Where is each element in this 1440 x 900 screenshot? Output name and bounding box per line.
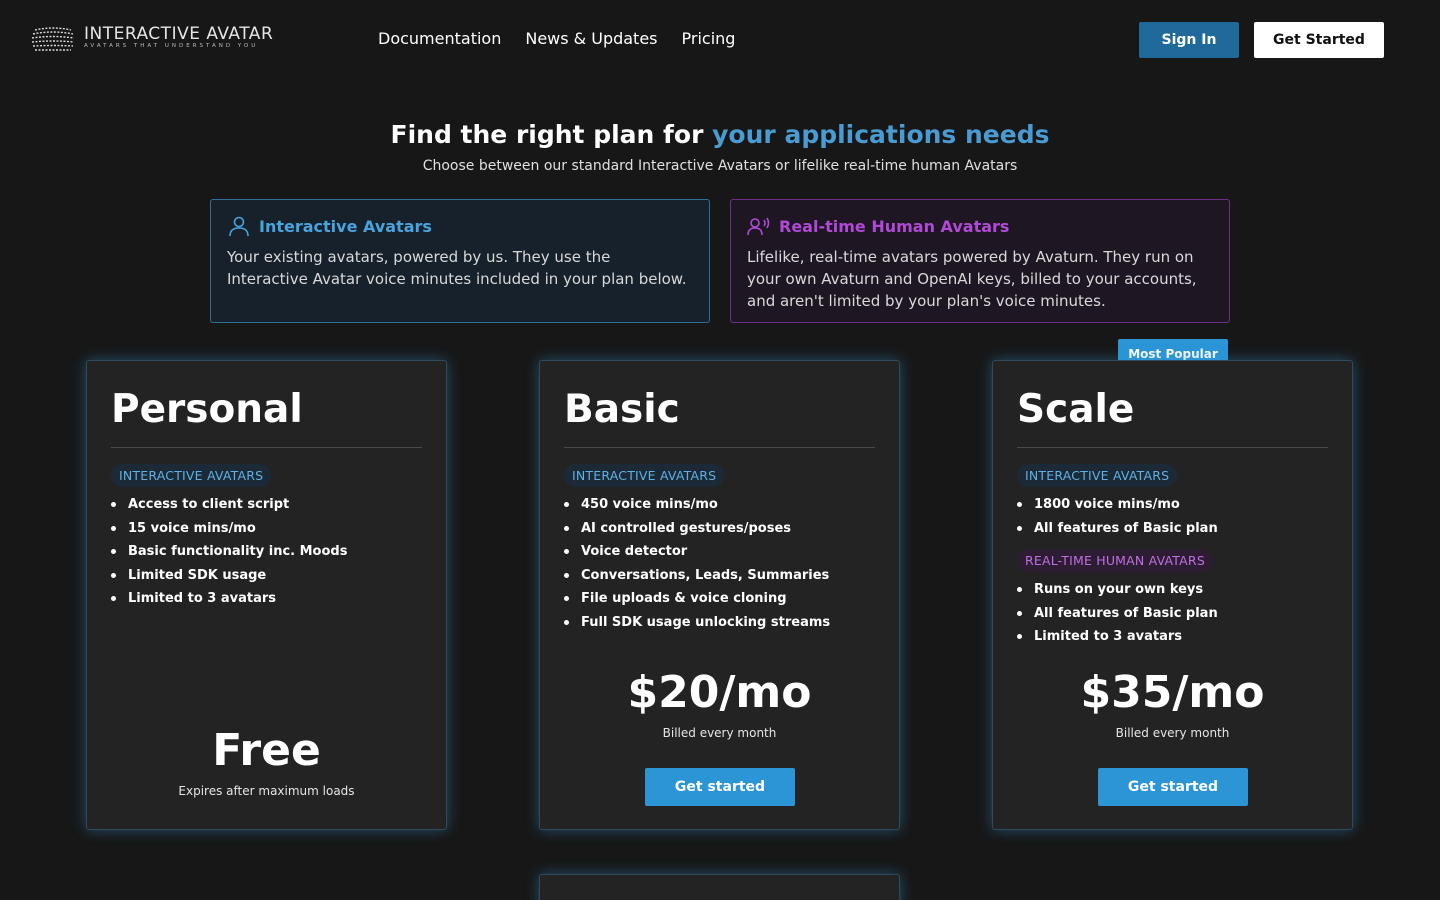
nav-pricing[interactable]: Pricing bbox=[682, 29, 736, 48]
bullet-icon bbox=[564, 596, 569, 602]
logo[interactable]: INTERACTIVE AVATAR AVATARS THAT UNDERSTA… bbox=[32, 24, 292, 54]
feature-item: Runs on your own keys bbox=[1017, 578, 1328, 602]
feature-item: Full SDK usage unlocking streams bbox=[564, 611, 875, 635]
plan-price: Free bbox=[212, 725, 321, 776]
realtime-avatars-info: Real-time Human Avatars Lifelike, real-t… bbox=[730, 199, 1230, 323]
feature-item: 1800 voice mins/mo bbox=[1017, 493, 1328, 517]
bullet-icon bbox=[1017, 525, 1022, 531]
get-started-scale-button[interactable]: Get started bbox=[1098, 768, 1248, 806]
feature-item: All features of Basic plan bbox=[1017, 602, 1328, 626]
logo-tagline: AVATARS THAT UNDERSTAND YOU bbox=[84, 43, 259, 49]
realtime-avatars-tag: REAL-TIME HUMAN AVATARS bbox=[1017, 549, 1213, 572]
feature-list: 1800 voice mins/mo All features of Basic… bbox=[1017, 493, 1328, 540]
get-started-button[interactable]: Get Started bbox=[1254, 22, 1384, 58]
bullet-icon bbox=[111, 502, 116, 508]
bullet-icon bbox=[564, 502, 569, 508]
feature-list: Runs on your own keys All features of Ba… bbox=[1017, 578, 1328, 649]
bullet-icon bbox=[564, 525, 569, 531]
bullet-icon bbox=[1017, 610, 1022, 616]
bullet-icon bbox=[1017, 587, 1022, 593]
realtime-avatars-label: Real-time Human Avatars bbox=[779, 216, 1010, 236]
feature-item: Limited SDK usage bbox=[111, 564, 422, 588]
interactive-avatars-tag: INTERACTIVE AVATARS bbox=[111, 464, 272, 487]
feature-item: Conversations, Leads, Summaries bbox=[564, 564, 875, 588]
get-started-basic-button[interactable]: Get started bbox=[645, 768, 795, 806]
plan-card-personal: Personal INTERACTIVE AVATARS Access to c… bbox=[86, 360, 447, 830]
nav-documentation[interactable]: Documentation bbox=[378, 29, 501, 48]
bullet-icon bbox=[1017, 634, 1022, 640]
plan-price-note: Expires after maximum loads bbox=[178, 784, 355, 798]
plan-price: $35/mo bbox=[1080, 667, 1265, 718]
logo-title: INTERACTIVE AVATAR bbox=[84, 24, 274, 44]
plan-price-note: Billed every month bbox=[1115, 726, 1230, 740]
feature-item: Access to client script bbox=[111, 493, 422, 517]
main-nav: Documentation News & Updates Pricing bbox=[378, 29, 735, 48]
site-header: INTERACTIVE AVATAR AVATARS THAT UNDERSTA… bbox=[0, 0, 1440, 80]
feature-item: Limited to 3 avatars bbox=[1017, 625, 1328, 649]
bullet-icon bbox=[111, 525, 116, 531]
plan-card-next bbox=[539, 874, 900, 900]
user-icon bbox=[229, 216, 249, 237]
feature-item: All features of Basic plan bbox=[1017, 517, 1328, 541]
page-title: Find the right plan for your application… bbox=[0, 120, 1440, 149]
voice-user-icon bbox=[747, 217, 770, 236]
page-subtitle: Choose between our standard Interactive … bbox=[422, 158, 1018, 174]
feature-item: Basic functionality inc. Moods bbox=[111, 540, 422, 564]
plan-price-note: Billed every month bbox=[662, 726, 777, 740]
bullet-icon bbox=[111, 549, 116, 555]
divider bbox=[564, 447, 875, 448]
interactive-avatars-info: Interactive Avatars Your existing avatar… bbox=[210, 199, 710, 323]
feature-item: AI controlled gestures/poses bbox=[564, 517, 875, 541]
interactive-avatars-label: Interactive Avatars bbox=[259, 216, 432, 236]
logo-globe-icon bbox=[32, 27, 74, 51]
feature-item: File uploads & voice cloning bbox=[564, 587, 875, 611]
page-title-accent: your applications needs bbox=[712, 120, 1050, 149]
plan-price: $20/mo bbox=[627, 667, 812, 718]
interactive-avatars-tag: INTERACTIVE AVATARS bbox=[564, 464, 725, 487]
plan-card-basic: Basic INTERACTIVE AVATARS 450 voice mins… bbox=[539, 360, 900, 830]
feature-item: Limited to 3 avatars bbox=[111, 587, 422, 611]
interactive-avatars-description: Your existing avatars, powered by us. Th… bbox=[227, 248, 687, 288]
interactive-avatars-tag: INTERACTIVE AVATARS bbox=[1017, 464, 1178, 487]
page-title-prefix: Find the right plan for bbox=[390, 120, 704, 149]
feature-list: 450 voice mins/mo AI controlled gestures… bbox=[564, 493, 875, 634]
bullet-icon bbox=[111, 572, 116, 578]
realtime-avatars-description: Lifelike, real-time avatars powered by A… bbox=[747, 248, 1197, 310]
sign-in-button[interactable]: Sign In bbox=[1139, 22, 1239, 58]
plan-name: Basic bbox=[564, 387, 680, 432]
feature-item: 15 voice mins/mo bbox=[111, 517, 422, 541]
plan-card-scale: Scale INTERACTIVE AVATARS 1800 voice min… bbox=[992, 360, 1353, 830]
divider bbox=[111, 447, 422, 448]
bullet-icon bbox=[564, 549, 569, 555]
feature-item: Voice detector bbox=[564, 540, 875, 564]
feature-list: Access to client script 15 voice mins/mo… bbox=[111, 493, 422, 611]
plan-name: Personal bbox=[111, 387, 303, 432]
plan-name: Scale bbox=[1017, 387, 1135, 432]
bullet-icon bbox=[1017, 502, 1022, 508]
feature-item: 450 voice mins/mo bbox=[564, 493, 875, 517]
nav-news-updates[interactable]: News & Updates bbox=[525, 29, 657, 48]
divider bbox=[1017, 447, 1328, 448]
bullet-icon bbox=[564, 572, 569, 578]
bullet-icon bbox=[111, 596, 116, 602]
bullet-icon bbox=[564, 619, 569, 625]
